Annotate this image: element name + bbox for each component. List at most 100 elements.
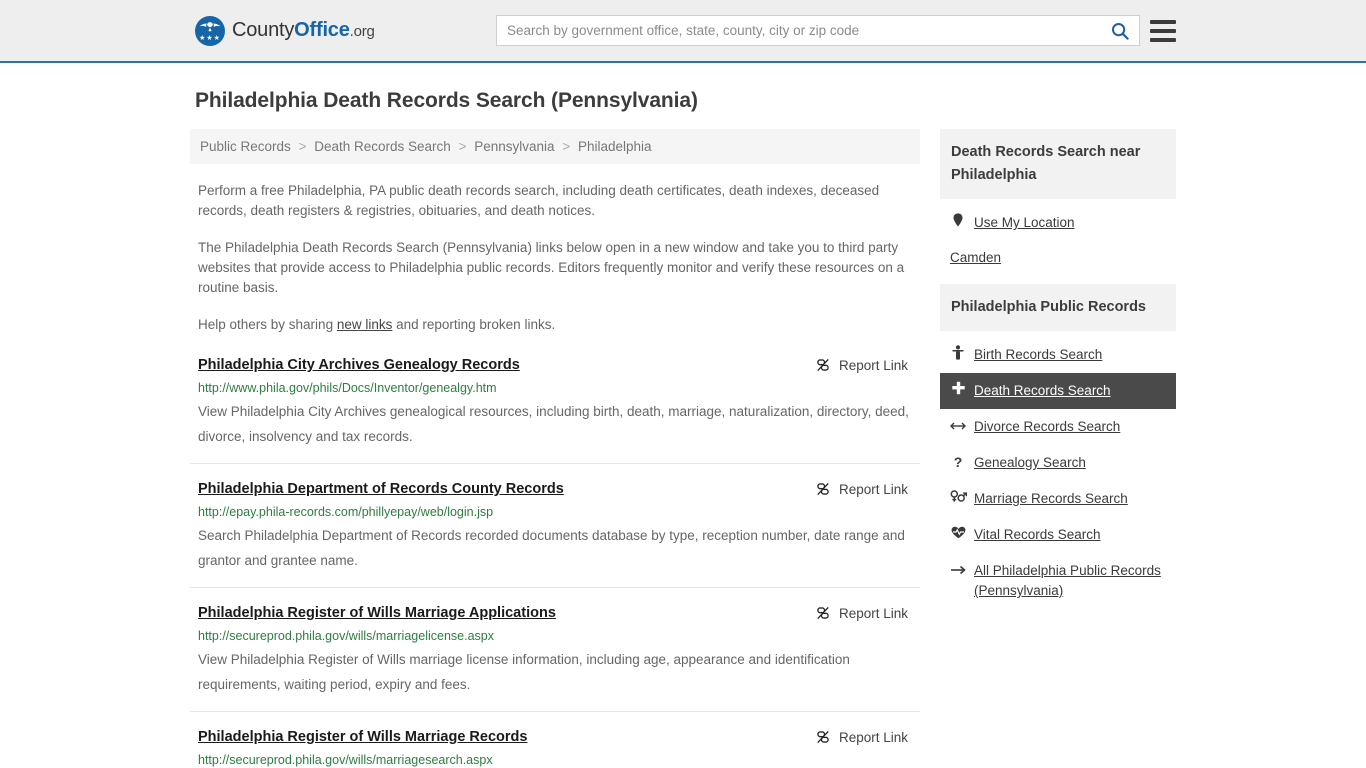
intro-paragraph-2: The Philadelphia Death Records Search (P…: [198, 240, 905, 295]
report-link-label: Report Link: [838, 729, 908, 745]
brand-office: Office: [294, 19, 350, 41]
nearby-place-link-camden[interactable]: Camden: [950, 250, 1001, 265]
sidebar-link-marriage-records-search[interactable]: Marriage Records Search: [974, 489, 1128, 509]
broken-link-icon: [817, 730, 829, 744]
arrows-split-glyph: [950, 422, 966, 430]
sidebar-item-all-public-records[interactable]: All Philadelphia Public Records (Pennsyl…: [940, 553, 1176, 609]
hamburger-bar: [1150, 28, 1176, 33]
result-description: Search Philadelphia Department of Record…: [198, 528, 905, 568]
breadcrumb-item-public-records[interactable]: Public Records: [200, 139, 291, 154]
result-item: Philadelphia Register of Wills Marriage …: [190, 712, 920, 768]
result-description: View Philadelphia Register of Wills marr…: [198, 652, 850, 692]
result-header: Philadelphia Register of Wills Marriage …: [198, 604, 920, 622]
breadcrumb-item-death-records-search[interactable]: Death Records Search: [314, 139, 451, 154]
sidebar-link-vital-records-search[interactable]: Vital Records Search: [974, 525, 1101, 545]
cross-icon: [950, 381, 966, 400]
brand-county: County: [232, 19, 295, 41]
sidebar-item-birth-records-search[interactable]: Birth Records Search: [940, 337, 1176, 373]
sidebar-public-records-box: Philadelphia Public Records Birth Record…: [940, 284, 1176, 609]
result-title-link[interactable]: Philadelphia Register of Wills Marriage …: [198, 604, 556, 622]
sidebar-public-records-heading: Philadelphia Public Records: [940, 284, 1176, 331]
sidebar-item-genealogy-search[interactable]: ? Genealogy Search: [940, 445, 1176, 481]
heartbeat-glyph: [951, 526, 965, 539]
broken-link-icon: [817, 358, 829, 372]
breadcrumb: Public Records > Death Records Search > …: [190, 129, 920, 164]
map-pin-icon: [950, 213, 966, 232]
map-pin-glyph: [953, 213, 963, 227]
cross-glyph: [951, 381, 965, 395]
result-url: http://secureprod.phila.gov/wills/marria…: [198, 629, 494, 643]
result-title-link[interactable]: Philadelphia City Archives Genealogy Rec…: [198, 356, 520, 374]
sidebar-nearby-list: Use My Location Camden: [940, 199, 1176, 274]
result-item: Philadelphia City Archives Genealogy Rec…: [190, 356, 920, 464]
sidebar-link-all-public-records[interactable]: All Philadelphia Public Records (Pennsyl…: [974, 561, 1166, 601]
result-url: http://www.phila.gov/phils/Docs/Inventor…: [198, 381, 497, 395]
broken-link-icon: [817, 482, 829, 496]
broken-link-icon: [817, 606, 829, 620]
stars-glyph: ★★★: [199, 34, 221, 42]
sidebar-nearby-heading: Death Records Search near Philadelphia: [940, 129, 1176, 199]
result-description: View Philadelphia City Archives genealog…: [198, 404, 909, 444]
intro-p3-after: and reporting broken links.: [392, 317, 556, 332]
report-link-button[interactable]: Report Link: [815, 729, 920, 745]
report-link-label: Report Link: [838, 357, 908, 373]
arrow-right-icon: [950, 561, 966, 580]
breadcrumb-separator: >: [458, 139, 467, 154]
result-title-link[interactable]: Philadelphia Register of Wills Marriage …: [198, 728, 527, 746]
results-list: Philadelphia City Archives Genealogy Rec…: [190, 356, 920, 768]
sidebar-item-marriage-records-search[interactable]: Marriage Records Search: [940, 481, 1176, 517]
use-my-location-link[interactable]: Use My Location: [974, 213, 1075, 233]
intro-paragraph-3: Help others by sharing new links and rep…: [198, 315, 916, 335]
brand-tld: .org: [349, 23, 375, 40]
site-header: ★★★ CountyOffice.org: [0, 0, 1366, 63]
result-url: http://epay.phila-records.com/phillyepay…: [198, 505, 494, 519]
nearby-place-item[interactable]: Camden: [940, 241, 1176, 274]
search-icon: [1112, 22, 1129, 40]
gender-symbols-glyph: [950, 490, 968, 502]
brand-wordmark: CountyOffice.org: [232, 19, 375, 42]
result-url: http://secureprod.phila.gov/wills/marria…: [198, 753, 493, 767]
intro-p3-before: Help others by sharing: [198, 317, 337, 332]
intro-text: Perform a free Philadelphia, PA public d…: [190, 181, 920, 335]
use-my-location-item[interactable]: Use My Location: [940, 205, 1176, 241]
content-columns: Public Records > Death Records Search > …: [190, 129, 1176, 768]
sidebar-item-death-records-search[interactable]: Death Records Search: [940, 373, 1176, 409]
arrow-right-glyph: [951, 565, 966, 575]
report-link-button[interactable]: Report Link: [815, 481, 920, 497]
breadcrumb-separator: >: [562, 139, 571, 154]
new-links-link[interactable]: new links: [337, 317, 393, 332]
result-item: Philadelphia Department of Records Count…: [190, 464, 920, 588]
sidebar-item-divorce-records-search[interactable]: Divorce Records Search: [940, 409, 1176, 445]
result-title-link[interactable]: Philadelphia Department of Records Count…: [198, 480, 564, 498]
sidebar-item-vital-records-search[interactable]: Vital Records Search: [940, 517, 1176, 553]
sidebar-link-genealogy-search[interactable]: Genealogy Search: [974, 453, 1086, 473]
breadcrumb-item-philadelphia: Philadelphia: [577, 139, 652, 154]
report-link-button[interactable]: Report Link: [815, 357, 920, 373]
heartbeat-icon: [950, 525, 966, 544]
search-input[interactable]: [497, 16, 1101, 45]
breadcrumb-item-pennsylvania[interactable]: Pennsylvania: [474, 139, 554, 154]
breadcrumb-separator: >: [298, 139, 307, 154]
hamburger-menu-icon[interactable]: [1150, 19, 1176, 42]
result-header: Philadelphia Register of Wills Marriage …: [198, 728, 920, 746]
baby-icon: [950, 345, 966, 365]
search-button[interactable]: [1101, 16, 1139, 45]
hamburger-bar: [1150, 19, 1176, 24]
result-header: Philadelphia Department of Records Count…: [198, 480, 920, 498]
sidebar-link-birth-records-search[interactable]: Birth Records Search: [974, 345, 1102, 365]
report-link-label: Report Link: [838, 605, 908, 621]
sidebar-link-death-records-search[interactable]: Death Records Search: [974, 381, 1111, 401]
site-logo[interactable]: ★★★ CountyOffice.org: [195, 15, 375, 46]
result-header: Philadelphia City Archives Genealogy Rec…: [198, 356, 920, 374]
sidebar: Death Records Search near Philadelphia U…: [940, 129, 1176, 768]
result-item: Philadelphia Register of Wills Marriage …: [190, 588, 920, 712]
report-link-button[interactable]: Report Link: [815, 605, 920, 621]
sidebar-public-records-list: Birth Records Search Death Records Searc…: [940, 331, 1176, 609]
page-title: Philadelphia Death Records Search (Penns…: [195, 89, 698, 112]
report-link-label: Report Link: [838, 481, 908, 497]
arrows-split-icon: [950, 417, 966, 436]
page-body: Philadelphia Death Records Search (Penns…: [0, 89, 1366, 768]
sidebar-link-divorce-records-search[interactable]: Divorce Records Search: [974, 417, 1120, 437]
baby-glyph: [952, 345, 964, 360]
search-bar[interactable]: [496, 15, 1140, 46]
